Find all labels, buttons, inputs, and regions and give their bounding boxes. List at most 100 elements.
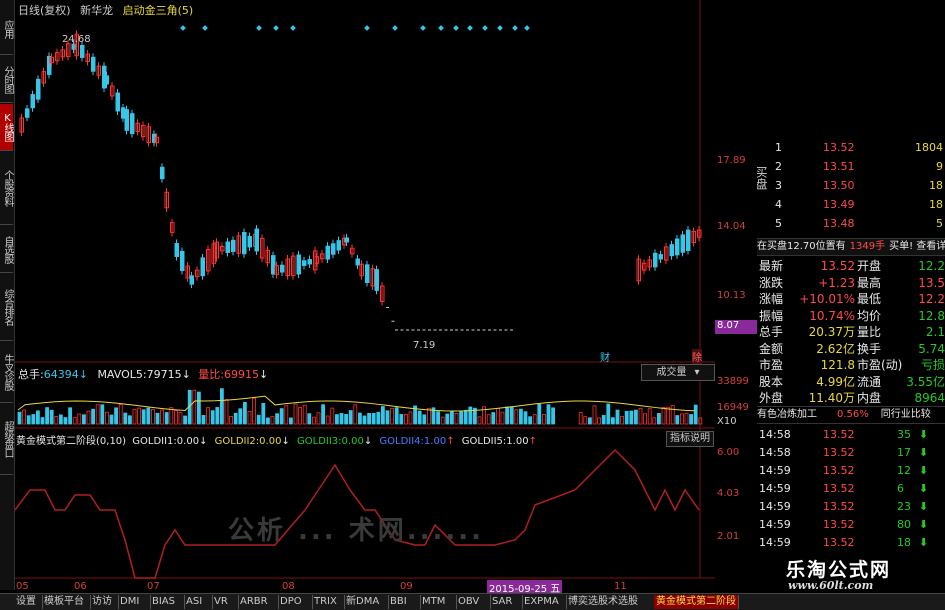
quote-value: 10.74%	[809, 308, 855, 323]
left-tab-5[interactable]: 综合排名	[0, 274, 13, 341]
indicator-tab-15[interactable]: EXPMA	[522, 595, 567, 609]
indicator-tab-10[interactable]: 新DMA	[344, 595, 389, 609]
indicator-tab-5[interactable]: ASI	[184, 595, 213, 609]
volume-bar	[91, 408, 95, 425]
order-alert-bar[interactable]: 在买盘12.70位置有 1349手 买单! 查看详	[757, 238, 945, 256]
signal-diamond	[420, 25, 426, 31]
volume-bar	[445, 413, 450, 425]
gold2-label: GOLDII2:	[214, 436, 260, 447]
left-tab-0[interactable]: 应用	[0, 4, 13, 55]
volume-bar	[606, 403, 611, 425]
candle-body	[115, 92, 120, 112]
volume-bar	[339, 413, 344, 425]
candle-body	[355, 258, 360, 266]
candle-body	[325, 245, 330, 260]
candle-body	[36, 78, 41, 100]
order-book-row[interactable]: 1 13.52 1804	[757, 140, 945, 156]
industry-compare-button[interactable]: 同行业比较	[881, 409, 931, 420]
indicator-help-button[interactable]: 指标说明	[666, 431, 714, 447]
down-arrow-icon: ⬇	[919, 500, 929, 513]
volume-bar	[394, 407, 399, 425]
volume-bar	[624, 410, 629, 425]
quote-key: 均价	[857, 308, 882, 323]
indicator-tab-3[interactable]: DMI	[118, 595, 151, 609]
volume-bar	[105, 411, 109, 425]
indicator-tab-0[interactable]: 设置	[14, 595, 43, 609]
indicator-tab-4[interactable]: BIAS	[150, 595, 185, 609]
quote-key: 金额	[759, 341, 784, 356]
volume-bar	[684, 412, 689, 425]
quote-panel: 买盘 1 13.52 1804 2 13.51 9 3 13.50 18 4 13.49 18 5 13.…	[757, 140, 945, 560]
volume-bar	[652, 417, 657, 425]
gold1-label: GOLDII1:	[132, 436, 177, 447]
quote-key: 振幅	[759, 308, 784, 323]
volume-bar	[657, 413, 661, 425]
gold4-value: 1.00	[423, 436, 447, 447]
indicator-tab-14[interactable]: SAR	[490, 595, 523, 609]
order-book-row[interactable]: 2 13.51 9	[757, 159, 945, 175]
x-axis-label: 08	[282, 581, 295, 592]
volume-bar	[146, 407, 151, 425]
left-tab-3[interactable]: 个股资料	[0, 152, 13, 225]
indicator-tab-7[interactable]: ARBR	[238, 595, 279, 609]
indicator-dropdown[interactable]: 成交量 ▾	[641, 364, 715, 381]
indicator-tab-11[interactable]: BBI	[388, 595, 421, 609]
current-price-tag: 8.07	[715, 320, 757, 334]
order-book-row[interactable]: 4 13.49 18	[757, 197, 945, 213]
indicator-tab-6[interactable]: VR	[212, 595, 239, 609]
left-tab-6[interactable]: 牛叉诊股	[0, 342, 13, 403]
kline-chart[interactable]	[15, 0, 715, 593]
tick-time: 14:58	[759, 428, 791, 441]
indicator-tab-8[interactable]: DPO	[278, 595, 313, 609]
mavol-value: 79715	[146, 368, 182, 381]
indicator-axis-label: 2.01	[717, 531, 740, 542]
volume-axis-label: 33899	[717, 376, 749, 387]
indicator-tab-2[interactable]: 访访	[90, 595, 119, 609]
indicator-tab-9[interactable]: TRIX	[312, 595, 345, 609]
candle-body	[30, 94, 35, 109]
down-arrow-icon: ↓	[199, 436, 208, 447]
volume-bar	[615, 409, 620, 425]
tick-row: 14:59 13.52 23 ⬇	[757, 499, 945, 515]
quote-row: 市盈 121.8 市盈(动) 亏损	[757, 357, 945, 373]
volume-bar	[155, 412, 160, 425]
quote-key: 外盘	[759, 391, 784, 405]
volume-bar	[173, 410, 178, 425]
volume-bar	[334, 414, 339, 425]
signal-diamond	[467, 25, 473, 31]
ex-rights-marker[interactable]: 除	[692, 349, 702, 364]
indicator-tab-16[interactable]: 博奕选股术选股	[566, 595, 655, 609]
volume-bar	[100, 404, 105, 425]
candle-body	[669, 244, 674, 257]
indicator-tab-1[interactable]: 模板平台	[42, 595, 91, 609]
indicator-tab-17[interactable]: 黄金模式第二阶段	[654, 595, 739, 609]
down-arrow-icon: ⬇	[919, 446, 929, 459]
tick-volume: 80	[897, 518, 911, 531]
volume-bar	[620, 415, 624, 425]
candle-body	[653, 252, 658, 268]
left-tab-4[interactable]: 自选股	[0, 226, 13, 273]
left-tab-1[interactable]: 分时图	[0, 56, 13, 103]
candle-body	[242, 232, 247, 255]
indicator-tab-12[interactable]: MTM	[420, 595, 457, 609]
volume-bar	[344, 414, 349, 425]
indicator-tab-13[interactable]: OBV	[456, 595, 491, 609]
left-tab-2[interactable]: K线图	[0, 104, 13, 151]
volume-bar	[77, 413, 82, 425]
indicator-tab-bar: 设置 模板平台 访访 DMI BIAS ASI VR ARBR DPO TRIX 新DMA BBI MT…	[0, 593, 945, 610]
volume-bar	[495, 407, 500, 425]
quote-value: 2.1	[925, 325, 945, 339]
finance-marker[interactable]: 财	[600, 349, 610, 364]
order-alert-button[interactable]: 买单! 查看详	[889, 241, 945, 252]
quote-key: 最低	[857, 292, 882, 306]
industry-name[interactable]: 有色冶炼加工	[757, 409, 817, 420]
price-axis-label: 14.04	[717, 221, 746, 232]
left-tab-7[interactable]: 超级盘口	[0, 404, 13, 475]
tick-volume: 12	[897, 464, 911, 477]
volume-bar	[293, 403, 298, 425]
order-book-row[interactable]: 5 13.48 5	[757, 216, 945, 232]
order-book-row[interactable]: 3 13.50 18	[757, 178, 945, 194]
candle-body	[271, 255, 276, 275]
signal-diamond	[273, 25, 279, 31]
indicator-name[interactable]: 黄金模式第二阶段(0,10)	[16, 436, 126, 447]
